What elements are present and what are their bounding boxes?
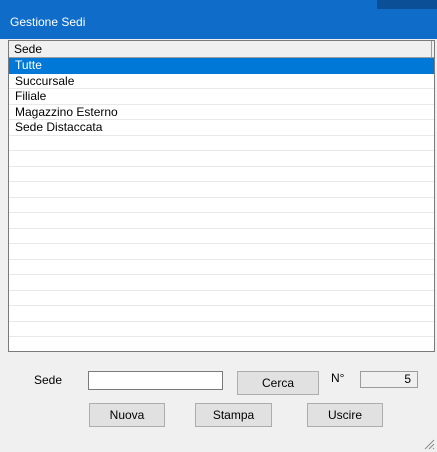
empty-row [9,244,434,260]
nuova-button[interactable]: Nuova [89,403,165,427]
list-rows: Tutte Succursale Filiale Magazzino Ester… [9,58,434,351]
sede-label: Sede [34,373,63,387]
empty-row [9,275,434,291]
empty-row [9,306,434,322]
empty-row [9,291,434,306]
empty-row [9,136,434,151]
title-bar[interactable]: Gestione Sedi [0,0,437,39]
empty-row [9,260,434,275]
count-label: N° [331,371,345,385]
empty-row [9,182,434,198]
empty-row [9,322,434,337]
window-title: Gestione Sedi [10,15,86,29]
empty-row [9,151,434,167]
list-item[interactable]: Tutte [9,58,434,74]
list-item[interactable]: Filiale [9,89,434,105]
empty-row [9,337,434,351]
gestione-sedi-window: Gestione Sedi Sede Tutte Succursale Fili… [0,0,437,452]
count-value: 5 [360,371,418,388]
list-item[interactable]: Magazzino Esterno [9,105,434,120]
list-item[interactable]: Sede Distaccata [9,120,434,136]
list-header: Sede [9,41,434,58]
sede-search-input[interactable] [88,371,223,390]
empty-row [9,198,434,213]
cerca-button[interactable]: Cerca [237,371,319,395]
list-item[interactable]: Succursale [9,74,434,89]
stampa-button[interactable]: Stampa [195,403,272,427]
uscire-button[interactable]: Uscire [307,403,383,427]
resize-grip-icon[interactable] [423,438,435,450]
empty-row [9,229,434,244]
title-bar-accent [377,0,437,9]
sedi-list[interactable]: Sede Tutte Succursale Filiale Magazzino … [8,40,435,352]
empty-row [9,167,434,182]
column-header-sede[interactable]: Sede [9,41,432,57]
empty-row [9,213,434,229]
